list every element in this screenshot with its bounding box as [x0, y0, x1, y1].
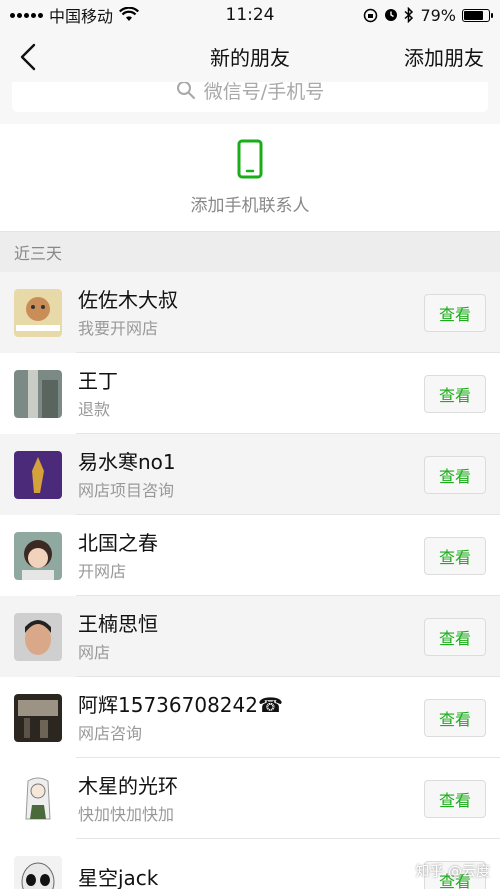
avatar: [14, 612, 62, 661]
alarm-icon: [385, 9, 398, 21]
view-button[interactable]: 查看: [424, 617, 486, 656]
battery-percent: 79%: [420, 5, 456, 25]
battery-icon: [462, 8, 493, 22]
avatar: [14, 774, 62, 823]
view-button[interactable]: 查看: [424, 779, 486, 818]
lock-rotation-icon: [364, 8, 378, 22]
list-item[interactable]: 木星的光环 快加快加快加 查看: [0, 758, 500, 839]
contact-name: 王楠思恒: [78, 611, 158, 636]
contact-name: 王丁: [78, 368, 118, 393]
contact-name: 易水寒no1: [78, 449, 176, 474]
contact-name: 北国之春: [78, 530, 158, 555]
avatar: [14, 531, 62, 580]
avatar: [14, 288, 62, 337]
battery-fill: [464, 10, 483, 20]
search-area: 微信号/手机号: [0, 82, 500, 124]
watermark: 知乎 @云度: [415, 864, 490, 880]
avatar: [14, 369, 62, 418]
add-phone-contacts-label: 添加手机联系人: [190, 196, 310, 216]
request-message: 网店咨询: [78, 723, 143, 743]
view-button[interactable]: 查看: [424, 374, 486, 413]
request-message: 退款: [78, 399, 111, 419]
nav-bar: 新的朋友 添加朋友: [0, 30, 500, 82]
request-message: 快加快加快加: [78, 804, 175, 824]
request-message: 网店项目咨询: [78, 480, 175, 500]
clock: 11:24: [225, 5, 275, 25]
bluetooth-icon: [404, 7, 414, 23]
add-friend-button[interactable]: 添加朋友: [404, 42, 484, 71]
add-phone-contacts[interactable]: 添加手机联系人: [0, 124, 500, 232]
carrier-label: 中国移动: [49, 7, 114, 26]
list-item[interactable]: 易水寒no1 网店项目咨询 查看: [0, 434, 500, 515]
contact-name: 木星的光环: [78, 773, 178, 798]
view-button[interactable]: 查看: [424, 698, 486, 737]
section-header: 近三天: [0, 232, 500, 272]
friend-request-list: 佐佐木大叔 我要开网店 查看 王丁 退款 查看 易水寒no1 网店项目咨询 查看: [0, 272, 500, 889]
wifi-icon: [119, 7, 139, 21]
request-message: 开网店: [78, 561, 127, 581]
signal-icon: [10, 12, 43, 18]
request-message: 我要开网店: [78, 318, 159, 338]
back-icon[interactable]: [16, 42, 42, 72]
search-input[interactable]: 微信号/手机号: [12, 82, 488, 112]
list-item[interactable]: 王楠思恒 网店 查看: [0, 596, 500, 677]
list-item[interactable]: 佐佐木大叔 我要开网店 查看: [0, 272, 500, 353]
phone-icon: [237, 139, 263, 179]
contact-name: 佐佐木大叔: [78, 287, 178, 312]
request-message: 网店: [78, 642, 111, 662]
contact-name: 阿辉15736708242☎: [78, 692, 283, 717]
view-button[interactable]: 查看: [424, 536, 486, 575]
view-button[interactable]: 查看: [424, 455, 486, 494]
avatar: [14, 693, 62, 742]
list-item[interactable]: 王丁 退款 查看: [0, 353, 500, 434]
avatar: [14, 855, 62, 889]
list-item[interactable]: 北国之春 开网店 查看: [0, 515, 500, 596]
view-button[interactable]: 查看: [424, 293, 486, 332]
search-placeholder: 微信号/手机号: [203, 82, 325, 103]
avatar: [14, 450, 62, 499]
search-icon: [176, 82, 195, 99]
status-bar: 中国移动 11:24 79%: [0, 0, 500, 30]
list-item[interactable]: 阿辉15736708242☎ 网店咨询 查看: [0, 677, 500, 758]
contact-name: 星空jack: [78, 865, 159, 889]
